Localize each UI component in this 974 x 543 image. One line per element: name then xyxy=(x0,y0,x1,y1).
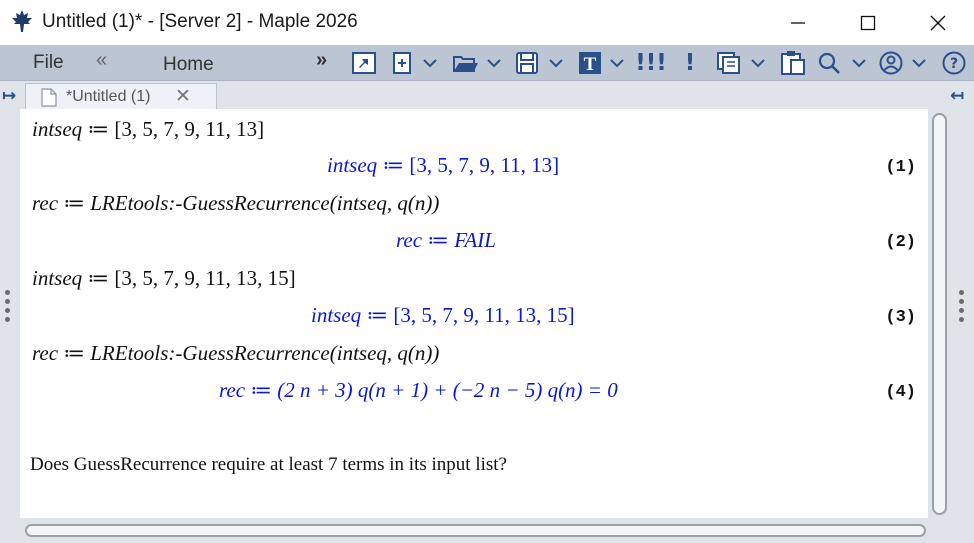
document-tab-bar: *Untitled (1) ✕ xyxy=(0,81,974,109)
input-line-1[interactable]: intseq ≔ [3, 5, 7, 9, 11, 13] xyxy=(32,117,264,142)
right-panel-grip[interactable] xyxy=(959,290,965,326)
minimize-icon xyxy=(791,21,805,24)
left-panel-grip[interactable] xyxy=(5,290,11,326)
svg-text:?: ? xyxy=(950,56,958,72)
execute-all-button[interactable]: !!! xyxy=(635,49,667,77)
equation-label-3: (3) xyxy=(885,308,916,327)
equation-label-2: (2) xyxy=(885,233,916,252)
account-button[interactable] xyxy=(879,49,931,77)
maximize-icon xyxy=(860,15,876,30)
pin-icon xyxy=(352,52,376,74)
equation-label-1: (1) xyxy=(885,158,916,177)
svg-text:T: T xyxy=(584,54,597,75)
close-icon xyxy=(930,15,946,30)
document-icon xyxy=(41,88,57,107)
collapse-ribbon-button[interactable]: « xyxy=(96,49,107,72)
tab-close-icon[interactable]: ✕ xyxy=(175,85,191,108)
window-title: Untitled (1)* - [Server 2] - Maple 2026 xyxy=(42,11,358,32)
worksheet[interactable]: intseq ≔ [3, 5, 7, 9, 11, 13] intseq ≔ [… xyxy=(20,109,928,518)
save-icon xyxy=(516,52,563,74)
expand-right-panel-button[interactable]: ↤ xyxy=(950,86,964,106)
maple-leaf-icon xyxy=(12,10,32,32)
tab-untitled-1[interactable]: *Untitled (1) ✕ xyxy=(25,83,217,109)
save-button[interactable] xyxy=(514,49,566,77)
new-document-icon xyxy=(393,52,437,74)
account-icon xyxy=(879,51,926,75)
execute-all-icon: !!! xyxy=(635,50,667,76)
paste-button[interactable] xyxy=(779,49,807,77)
search-icon xyxy=(818,52,866,74)
search-button[interactable] xyxy=(817,49,869,77)
text-mode-button[interactable]: T xyxy=(578,49,628,77)
help-button[interactable]: ? xyxy=(941,49,967,77)
vertical-scrollbar[interactable] xyxy=(932,113,947,515)
pin-button[interactable] xyxy=(350,49,378,77)
file-menu[interactable]: File xyxy=(33,52,64,74)
output-line-3: intseq ≔ [3, 5, 7, 9, 11, 13, 15] xyxy=(311,303,575,327)
text-mode-icon: T xyxy=(579,52,624,75)
home-tab[interactable]: Home xyxy=(163,54,214,76)
new-document-button[interactable] xyxy=(389,49,439,77)
input-line-3[interactable]: intseq ≔ [3, 5, 7, 9, 11, 13, 15] xyxy=(32,266,296,291)
equation-label-4: (4) xyxy=(885,383,916,402)
output-line-2: rec ≔ FAIL xyxy=(396,228,496,252)
execute-button[interactable]: ! xyxy=(682,49,698,77)
input-line-4[interactable]: rec ≔ LREtools:-GuessRecurrence(intseq, … xyxy=(32,341,439,366)
output-line-4: rec ≔ (2 n + 3) q(n + 1) + (−2 n − 5) q(… xyxy=(219,378,618,402)
close-button[interactable] xyxy=(903,0,973,45)
input-line-2[interactable]: rec ≔ LREtools:-GuessRecurrence(intseq, … xyxy=(32,191,439,216)
execute-icon: ! xyxy=(684,50,696,76)
minimize-button[interactable] xyxy=(763,0,833,45)
help-icon: ? xyxy=(942,51,966,75)
copy-button[interactable] xyxy=(716,49,768,77)
maximize-button[interactable] xyxy=(833,0,903,45)
text-paragraph[interactable]: Does GuessRecurrence require at least 7 … xyxy=(30,454,507,476)
horizontal-scrollbar[interactable] xyxy=(25,524,926,537)
title-bar: Untitled (1)* - [Server 2] - Maple 2026 xyxy=(0,0,974,45)
copy-icon xyxy=(717,52,765,74)
output-line-1: intseq ≔ [3, 5, 7, 9, 11, 13] xyxy=(327,153,560,177)
more-tabs-button[interactable]: » xyxy=(316,49,327,72)
toolbar: File « Home » T !!! ! ? xyxy=(0,45,974,81)
tab-label: *Untitled (1) xyxy=(66,88,151,105)
open-folder-icon xyxy=(453,56,501,72)
expand-left-panel-button[interactable]: ↦ xyxy=(2,86,16,106)
open-button[interactable] xyxy=(452,49,504,77)
paste-icon xyxy=(781,51,805,75)
